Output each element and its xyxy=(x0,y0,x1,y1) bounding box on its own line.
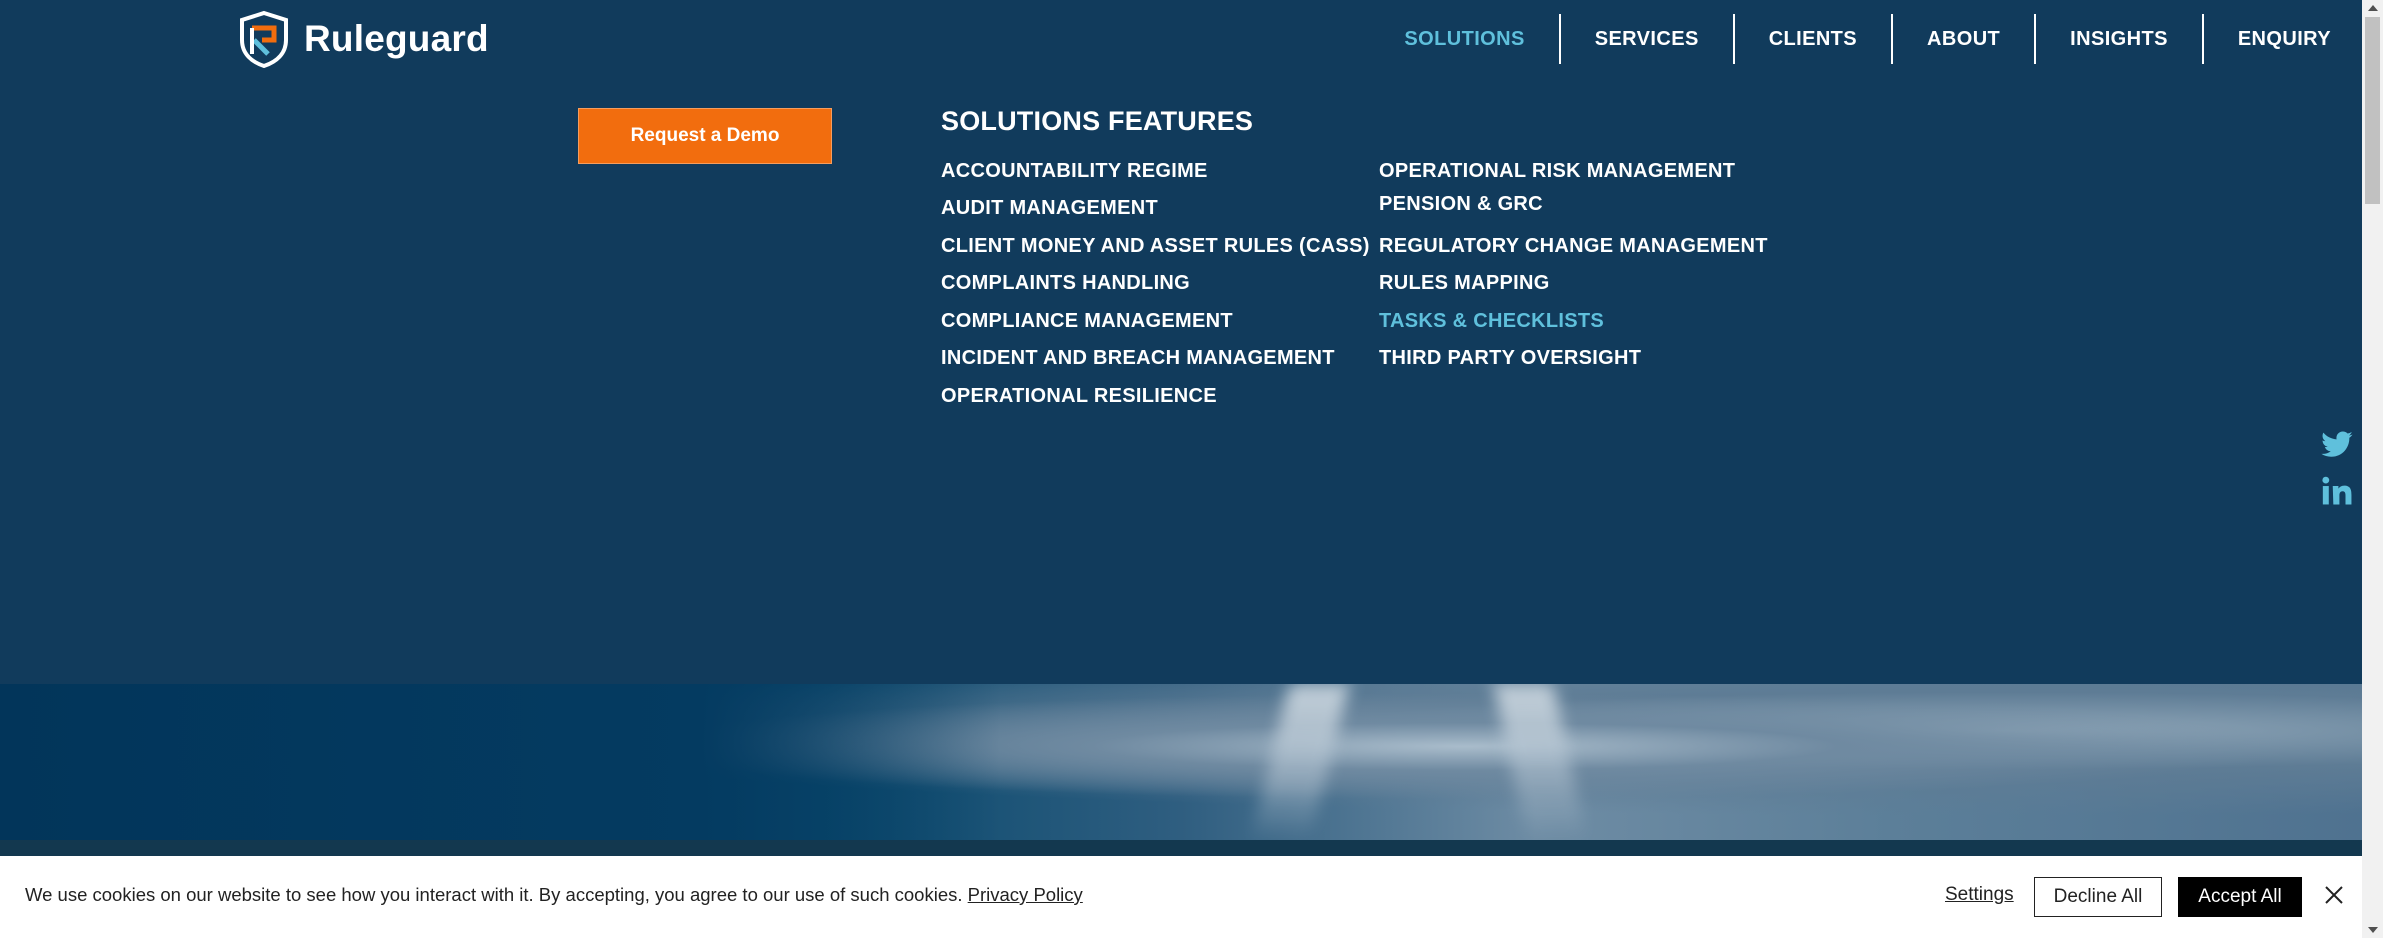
scroll-down-arrow-icon[interactable] xyxy=(2368,927,2378,933)
menu-link-third-party-oversight[interactable]: THIRD PARTY OVERSIGHT xyxy=(1379,347,1641,370)
accept-all-button[interactable]: Accept All xyxy=(2178,877,2302,917)
menu-link-operational-risk[interactable]: OPERATIONAL RISK MANAGEMENT xyxy=(1379,160,1735,183)
hero-image xyxy=(0,684,2362,840)
brand-logo[interactable]: Ruleguard xyxy=(236,10,489,68)
menu-link-operational-resilience[interactable]: OPERATIONAL RESILIENCE xyxy=(941,385,1217,408)
decline-all-button[interactable]: Decline All xyxy=(2034,877,2162,917)
cookie-banner: We use cookies on our website to see how… xyxy=(0,856,2362,938)
page-scrollbar[interactable] xyxy=(2362,0,2383,938)
menu-link-tasks-checklists[interactable]: TASKS & CHECKLISTS xyxy=(1379,310,1604,333)
menu-link-audit-management[interactable]: AUDIT MANAGEMENT xyxy=(941,197,1158,220)
nav-about[interactable]: ABOUT xyxy=(1891,14,2034,64)
cookie-message: We use cookies on our website to see how… xyxy=(25,884,1083,906)
nav-insights[interactable]: INSIGHTS xyxy=(2034,14,2202,64)
solutions-features-heading: SOLUTIONS FEATURES xyxy=(941,106,1254,136)
main-nav: SOLUTIONS SERVICES CLIENTS ABOUT INSIGHT… xyxy=(1370,14,2362,64)
menu-link-pension-grc[interactable]: PENSION & GRC xyxy=(1379,193,1543,216)
menu-link-accountability-regime[interactable]: ACCOUNTABILITY REGIME xyxy=(941,160,1208,183)
privacy-policy-link[interactable]: Privacy Policy xyxy=(968,884,1083,905)
cookie-settings-link[interactable]: Settings xyxy=(1945,884,2014,906)
cookie-text: We use cookies on our website to see how… xyxy=(25,884,963,905)
nav-solutions[interactable]: SOLUTIONS xyxy=(1370,14,1558,64)
menu-link-rules-mapping[interactable]: RULES MAPPING xyxy=(1379,272,1550,295)
page: Ruleguard SOLUTIONS SERVICES CLIENTS ABO… xyxy=(0,0,2362,938)
menu-link-complaints-handling[interactable]: COMPLAINTS HANDLING xyxy=(941,272,1190,295)
request-demo-button[interactable]: Request a Demo xyxy=(578,108,832,164)
close-icon[interactable] xyxy=(2322,883,2346,907)
menu-link-regulatory-change[interactable]: REGULATORY CHANGE MANAGEMENT xyxy=(1379,235,1768,258)
ruleguard-shield-icon xyxy=(240,10,288,68)
menu-link-incident-breach[interactable]: INCIDENT AND BREACH MANAGEMENT xyxy=(941,347,1335,370)
scroll-thumb[interactable] xyxy=(2365,17,2380,204)
nav-services[interactable]: SERVICES xyxy=(1558,14,1733,64)
nav-clients[interactable]: CLIENTS xyxy=(1732,14,1891,64)
linkedin-icon[interactable] xyxy=(2320,474,2354,508)
menu-link-cass[interactable]: CLIENT MONEY AND ASSET RULES (CASS) xyxy=(941,235,1370,258)
scroll-up-arrow-icon[interactable] xyxy=(2368,5,2378,11)
twitter-icon[interactable] xyxy=(2320,428,2354,462)
menu-link-compliance-management[interactable]: COMPLIANCE MANAGEMENT xyxy=(941,310,1233,333)
nav-enquiry[interactable]: ENQUIRY xyxy=(2201,14,2362,64)
brand-name: Ruleguard xyxy=(304,18,489,59)
